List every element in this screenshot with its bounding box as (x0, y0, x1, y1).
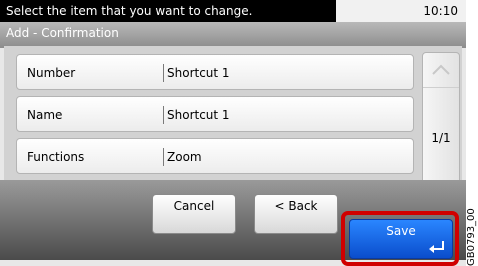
field-label: Functions (27, 150, 85, 164)
field-label: Name (27, 108, 63, 122)
save-button[interactable]: Save (349, 219, 453, 259)
field-value: Shortcut 1 (167, 108, 230, 122)
screen-title: Add - Confirmation (0, 22, 466, 48)
status-message: Select the item that you want to change. (0, 0, 336, 22)
chevron-up-icon (432, 64, 450, 75)
field-row-name[interactable]: Name Shortcut 1 (16, 96, 414, 132)
field-value: Zoom (167, 150, 202, 164)
field-row-functions[interactable]: Functions Zoom (16, 138, 414, 174)
enter-icon (429, 241, 444, 253)
field-value: Shortcut 1 (167, 66, 230, 80)
image-code: GB0793_00 (466, 208, 477, 266)
page-indicator: 1/1 (431, 131, 451, 145)
field-label: Number (27, 66, 76, 80)
back-button[interactable]: < Back (254, 194, 338, 234)
field-row-number[interactable]: Number Shortcut 1 (16, 54, 414, 90)
save-label: Save (386, 224, 416, 238)
status-clock: 10:10 (423, 4, 458, 18)
scroll-up-button[interactable] (423, 53, 459, 88)
status-bar: Select the item that you want to change.… (0, 0, 466, 22)
cancel-button[interactable]: Cancel (152, 194, 236, 234)
